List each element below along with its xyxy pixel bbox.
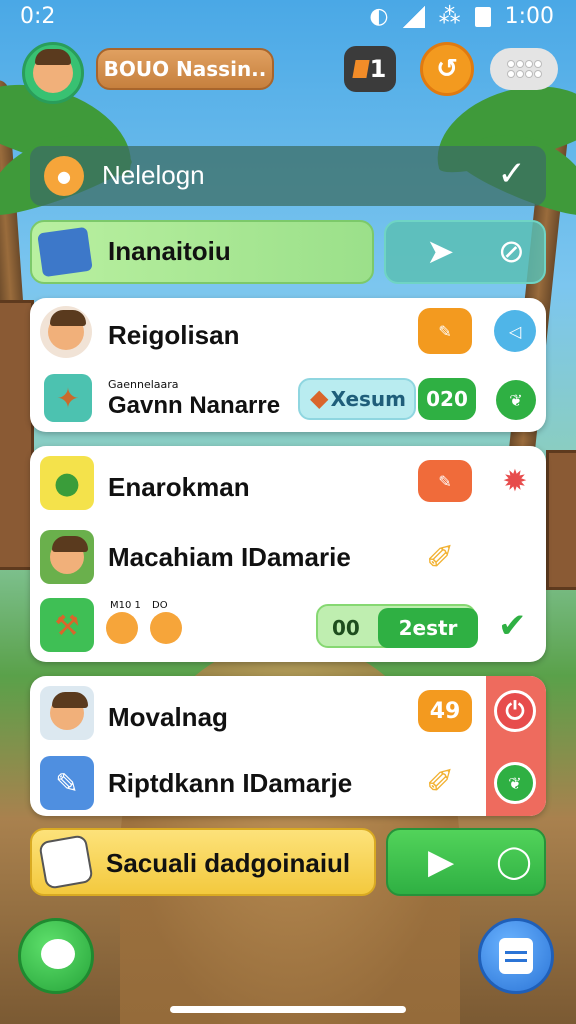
bear-face-icon xyxy=(106,612,138,644)
xesum-pill-text: Xesum xyxy=(330,387,406,411)
play-icon[interactable]: ▶ xyxy=(428,842,454,882)
card2-item1-label: Enarokman xyxy=(108,472,250,502)
player-avatar[interactable] xyxy=(22,42,84,104)
card2-pill-count: 00 xyxy=(332,616,360,640)
checkmark-icon[interactable]: ✔ xyxy=(498,606,527,646)
notes-icon xyxy=(38,834,94,890)
card2-tiny-label-a: M10 1 xyxy=(110,600,141,611)
battery-icon xyxy=(474,6,491,27)
wifi-icon: ⁂ xyxy=(438,4,461,29)
header-row[interactable]: ● Nelelogn ✓ xyxy=(30,146,546,206)
sync-icon: ◐ xyxy=(369,4,389,29)
leaf-icon: ◆ xyxy=(310,384,329,412)
status-time: 0:2 xyxy=(20,4,56,29)
card2-resource-pill[interactable]: 00 2estr xyxy=(316,604,478,648)
player-name-button[interactable]: BOUO Nassin.. xyxy=(96,48,274,90)
arrow-icon-button[interactable]: ◁ xyxy=(494,310,536,352)
play-chat-bar[interactable]: ▶ ◯ xyxy=(386,828,546,896)
frog-icon: ● xyxy=(40,456,94,510)
header-row-label: Nelelogn xyxy=(102,160,205,190)
book-icon xyxy=(37,226,93,278)
hut-left xyxy=(0,300,34,570)
inventory-fab-button[interactable] xyxy=(478,918,554,994)
bear-icon: ● xyxy=(44,156,84,196)
leaf-action-button[interactable]: ❦ xyxy=(494,762,536,804)
axe-icon: ⚒ xyxy=(40,598,94,652)
currency-counter[interactable]: 1 xyxy=(344,46,396,92)
bear-face-icon xyxy=(150,612,182,644)
chat-bubble-icon[interactable]: ◯ xyxy=(496,842,532,880)
scroll-icon-button[interactable]: ✎ xyxy=(418,460,472,502)
quest-card-1: Reigolisan ✎ ◁ ✦ Gaennelaara Gavnn Nanar… xyxy=(30,298,546,432)
inventory-row-label: Inanaitoiu xyxy=(108,236,231,266)
signal-icon xyxy=(402,5,425,28)
hut-right xyxy=(546,450,576,590)
refresh-icon: ↺ xyxy=(436,54,458,84)
chicken-leg-icon: ✦ xyxy=(44,374,92,422)
avatar-face-icon xyxy=(33,49,73,93)
link-icon[interactable]: ⊘ xyxy=(498,232,525,270)
refresh-button[interactable]: ↺ xyxy=(420,42,474,96)
currency-value: 1 xyxy=(369,55,387,83)
list-icon xyxy=(499,938,533,974)
power-icon[interactable]: ⏻ xyxy=(494,690,536,732)
status-bar: 0:2 ◐ ⁂ 1:00 xyxy=(0,0,576,36)
card2-tiny-label-b: DO xyxy=(152,600,168,611)
feather-icon[interactable]: ✐ xyxy=(426,538,455,578)
speech-bubble-icon xyxy=(41,939,75,969)
card1-item2-sublabel: Gaennelaara xyxy=(108,378,179,391)
inventory-row[interactable]: Inanaitoiu ➤ ⊘ xyxy=(30,220,546,284)
gem-icon xyxy=(352,60,370,78)
quest-card-3: Movalnag 49 ⏻ ✎ Riptdkann IDamarje ✐ ❦ xyxy=(30,676,546,816)
card1-item2-label: Gavnn Nanarre xyxy=(108,392,281,419)
home-indicator[interactable] xyxy=(170,1006,406,1013)
card1-count-badge[interactable]: 020 xyxy=(418,378,476,420)
bottom-action-bar[interactable]: Sacuali dadgoinaiul xyxy=(30,828,376,896)
feather-icon[interactable]: ✐ xyxy=(426,762,455,802)
woman-avatar-icon xyxy=(40,686,94,740)
scroll-icon-button[interactable]: ✎ xyxy=(418,308,472,354)
dots-grid-icon xyxy=(507,61,541,77)
soldier-icon xyxy=(40,530,94,584)
chat-fab-button[interactable] xyxy=(18,918,94,994)
card3-item1-label: Movalnag xyxy=(108,702,228,732)
card3-item2-label: Riptdkann IDamarje xyxy=(108,768,353,798)
play-arrow-icon[interactable]: ➤ xyxy=(426,232,455,272)
quest-card-2: ● Enarokman ✎ ✹ Macahiam IDamarie ✐ ⚒ M1… xyxy=(30,446,546,662)
leaf-action-button[interactable]: ❦ xyxy=(496,380,536,420)
xesum-pill[interactable]: ◆ Xesum xyxy=(298,378,416,420)
marker-icon: ✎ xyxy=(40,756,94,810)
card3-level-badge[interactable]: 49 xyxy=(418,690,472,732)
avatar-icon xyxy=(40,306,92,358)
top-bar: BOUO Nassin.. 1 ↺ xyxy=(22,40,558,104)
card2-pill-text: 2estr xyxy=(378,608,478,648)
status-clock: 1:00 xyxy=(504,4,554,29)
menu-button[interactable] xyxy=(490,48,558,90)
bottom-bar-label: Sacuali dadgoinaiul xyxy=(106,848,351,878)
card2-item2-label: Macahiam IDamarie xyxy=(108,542,351,572)
checkmark-icon[interactable]: ✓ xyxy=(498,154,527,194)
gear-icon[interactable]: ✹ xyxy=(494,460,536,502)
card1-item1-label: Reigolisan xyxy=(108,320,240,350)
